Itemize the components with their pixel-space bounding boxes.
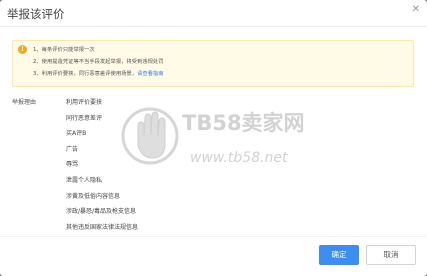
watermark: TB58卖家网 www.tb58.net — [121, 107, 305, 166]
reason-option-political[interactable]: 涉政/暴恐/毒品及枪支信息 — [66, 206, 138, 222]
watermark-url: www.tb58.net — [190, 150, 288, 166]
warning-icon: ! — [18, 45, 27, 54]
reason-option-illegal[interactable]: 其他违反国家法律法规信息 — [66, 222, 138, 238]
reason-label: 举报理由 — [12, 99, 37, 106]
watermark-brand: TB58卖家网 — [182, 111, 305, 135]
notice-line-3: 3、利用评价要挟，同行恶意差评使用场景，请查看指南 — [33, 70, 164, 78]
header-divider — [0, 26, 427, 27]
dialog-title: 举报该评价 — [7, 7, 65, 21]
cancel-button[interactable]: 取消 — [366, 245, 416, 265]
hand-logo-icon — [121, 107, 179, 165]
reason-option-privacy[interactable]: 泄露个人隐私 — [66, 175, 138, 191]
notice-line-1: 1、每条评价只能举报一次 — [33, 47, 95, 53]
footer-divider — [0, 236, 427, 237]
notice-line-3-text: 3、利用评价要挟，同行恶意差评使用场景， — [33, 71, 138, 77]
close-icon[interactable]: ✕ — [412, 5, 420, 15]
notice-line-2: 2、使用提造凭证等不当手段发起举报，将受到违规处罚 — [33, 59, 164, 65]
reason-option-vulgar[interactable]: 涉黄及低俗内容信息 — [66, 191, 138, 207]
confirm-button[interactable]: 确定 — [319, 245, 359, 265]
notice-box: ! 1、每条评价只能举报一次 2、使用提造凭证等不当手段发起举报，将受到违规处罚… — [12, 40, 414, 87]
guide-link[interactable]: 请查看指南 — [137, 71, 164, 77]
report-review-dialog: 举报该评价 ✕ ! 1、每条评价只能举报一次 2、使用提造凭证等不当手段发起举报… — [0, 0, 427, 276]
